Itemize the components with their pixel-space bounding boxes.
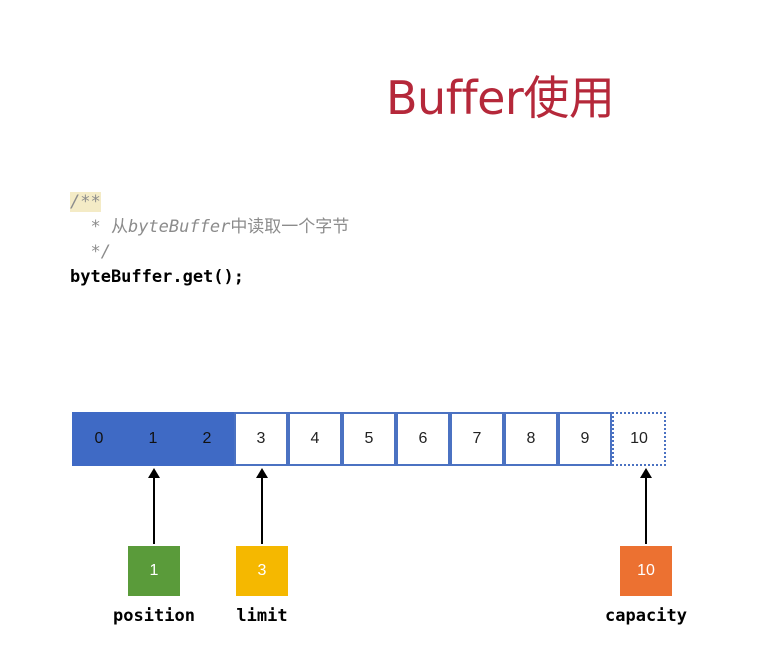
comment-prefix: * [70, 217, 111, 237]
comment-open-line: /** [70, 190, 349, 215]
buffer-cell: 5 [342, 412, 396, 466]
buffer-cell: 9 [558, 412, 612, 466]
limit-arrow [256, 468, 268, 544]
position-box: 1 [128, 546, 180, 596]
comment-identifier: byteBuffer [127, 217, 231, 237]
comment-open: /** [70, 192, 101, 212]
position-arrow [148, 468, 160, 544]
capacity-label: capacity [605, 606, 687, 626]
buffer-cell: 7 [450, 412, 504, 466]
limit-label: limit [236, 606, 288, 626]
buffer-cell: 2 [180, 412, 234, 466]
buffer-cell: 6 [396, 412, 450, 466]
code-statement: byteBuffer.get(); [70, 267, 244, 287]
code-snippet: /** * 从byteBuffer中读取一个字节 */ byteBuffer.g… [70, 190, 349, 290]
limit-box: 3 [236, 546, 288, 596]
buffer-cell: 10 [612, 412, 666, 466]
buffer-array: 0 1 2 3 4 5 6 7 8 9 10 [72, 412, 666, 466]
capacity-arrow [640, 468, 652, 544]
buffer-cell: 4 [288, 412, 342, 466]
buffer-cell: 1 [126, 412, 180, 466]
buffer-cell: 0 [72, 412, 126, 466]
comment-text-2: 中读取一个字节 [230, 217, 350, 237]
slide-title: Buffer使用 [386, 71, 615, 125]
comment-text-1: 从 [110, 217, 128, 237]
buffer-cell: 3 [234, 412, 288, 466]
comment-body-line: * 从byteBuffer中读取一个字节 [70, 215, 349, 240]
buffer-cell: 8 [504, 412, 558, 466]
comment-close-line: */ [70, 242, 111, 262]
capacity-box: 10 [620, 546, 672, 596]
